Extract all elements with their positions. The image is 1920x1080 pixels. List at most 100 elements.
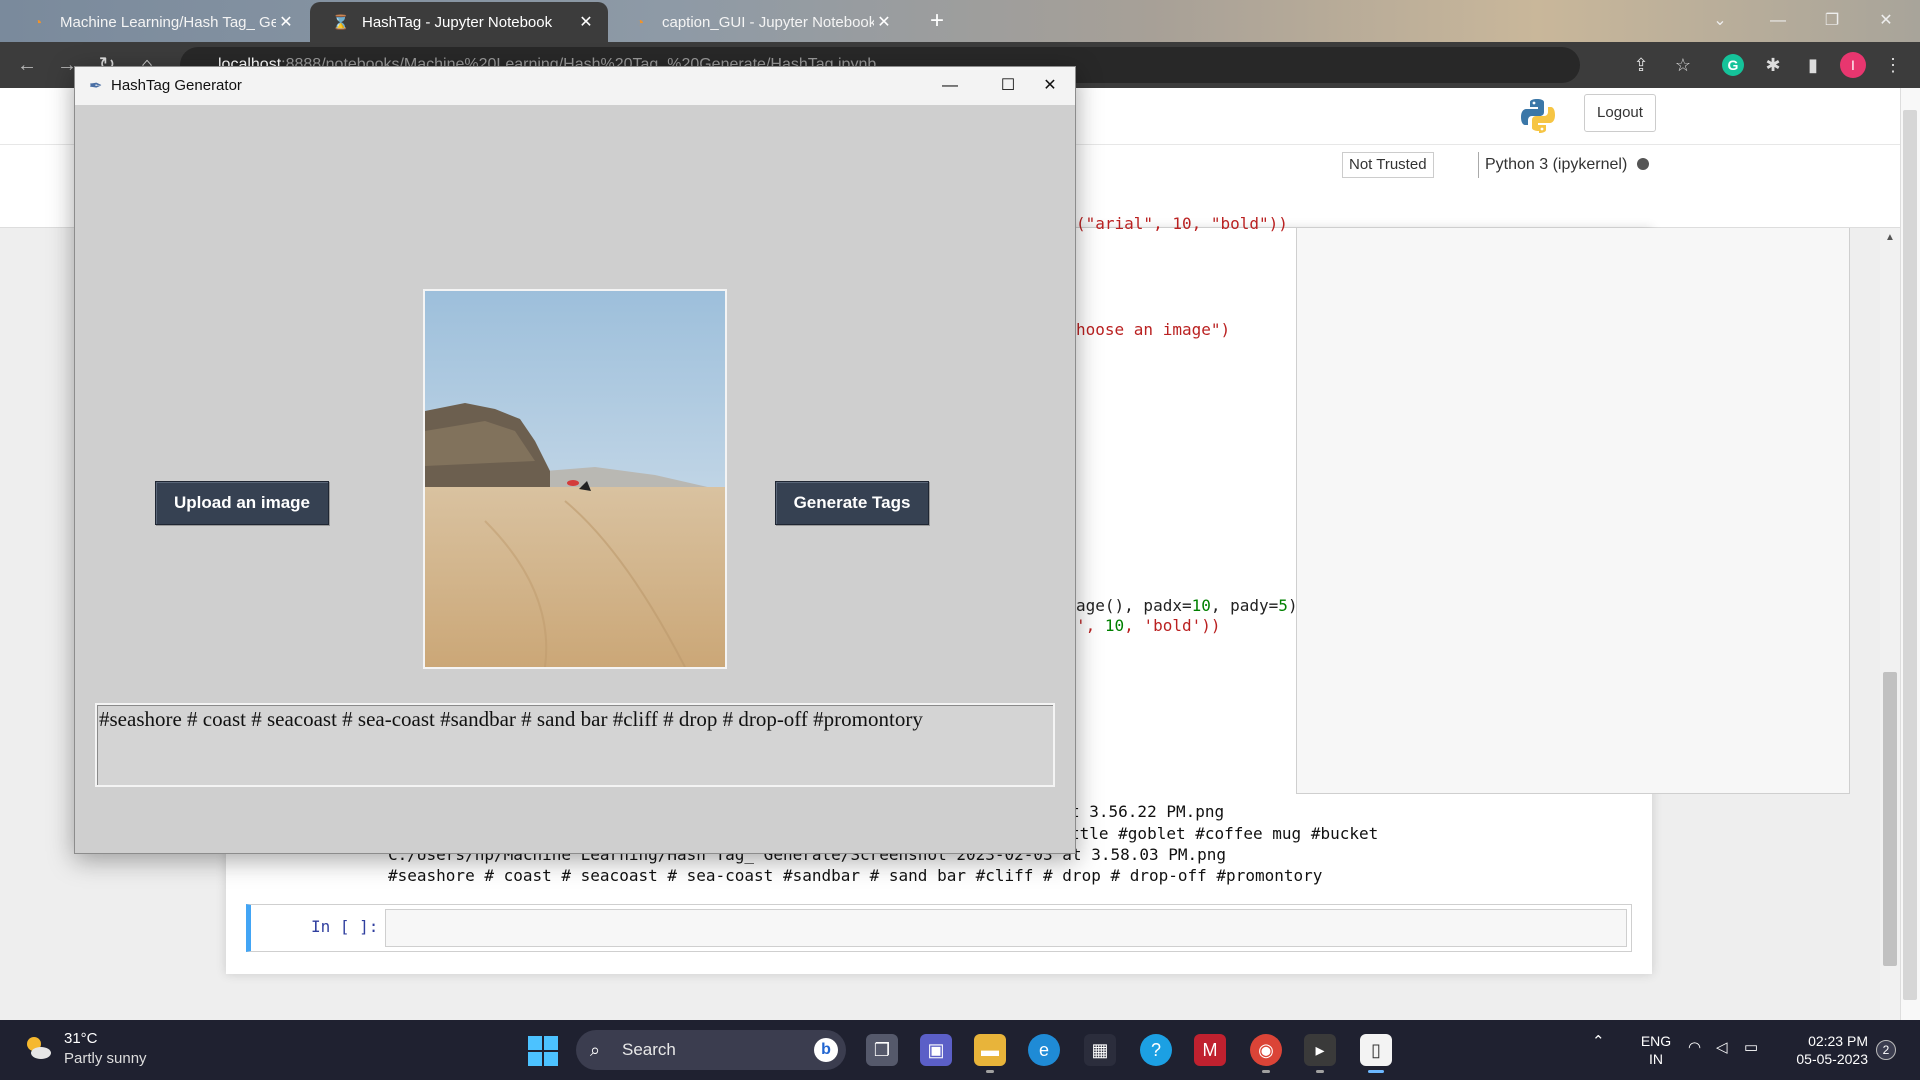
back-icon[interactable]: ←	[12, 50, 42, 80]
edge-icon[interactable]: e	[1028, 1034, 1060, 1066]
maximize-icon[interactable]: ☐	[985, 71, 1031, 101]
code-number: 5	[1278, 596, 1288, 615]
tab-search-icon[interactable]: ⌄	[1700, 6, 1740, 36]
volume-icon[interactable]: ◁	[1716, 1038, 1728, 1056]
window-title: HashTag Generator	[111, 77, 242, 94]
weather-temperature[interactable]: 31°C	[64, 1030, 98, 1047]
hashtag-generator-window: ✒ HashTag Generator — ☐ ✕ Upload an imag…	[74, 66, 1076, 854]
language-primary: ENG	[1640, 1033, 1672, 1049]
running-indicator	[986, 1070, 994, 1073]
clock-time: 02:23 PM	[1808, 1033, 1868, 1049]
kernel-indicator[interactable]: Python 3 (ipykernel)	[1478, 152, 1650, 178]
running-indicator	[1316, 1070, 1324, 1073]
close-icon[interactable]: ✕	[576, 12, 596, 32]
kernel-name: Python 3 (ipykernel)	[1485, 156, 1628, 173]
grammarly-icon[interactable]: G	[1722, 54, 1744, 76]
language-indicator[interactable]: ENG IN	[1636, 1032, 1676, 1068]
uploaded-image	[423, 289, 727, 669]
mcafee-icon[interactable]: M	[1194, 1034, 1226, 1066]
notification-badge[interactable]: 2	[1876, 1040, 1896, 1060]
system-clock[interactable]: 02:23 PM 05-05-2023	[1778, 1032, 1868, 1068]
window-titlebar[interactable]: ✒ HashTag Generator — ☐ ✕	[75, 67, 1075, 105]
language-secondary: IN	[1649, 1051, 1663, 1067]
teams-chat-icon[interactable]: ▣	[920, 1034, 952, 1066]
partly-sunny-icon	[27, 1037, 51, 1059]
beach-photo	[425, 291, 725, 667]
tab-hashtag-notebook[interactable]: ⌛ HashTag - Jupyter Notebook ✕	[310, 2, 608, 42]
close-icon[interactable]: ✕	[874, 12, 894, 32]
tags-output-text[interactable]: #seashore # coast # seacoast # sea-coast…	[95, 703, 1055, 787]
kernel-status-icon	[1637, 158, 1650, 170]
restore-icon[interactable]: ❐	[1812, 6, 1852, 36]
code-line: ', 10, 'bold'))	[1076, 616, 1221, 635]
code-line: hoose an image")	[1076, 320, 1230, 339]
tab-label: Machine Learning/Hash Tag_ Ge	[60, 13, 276, 31]
hidden-icons-chevron-icon[interactable]: ⌃	[1592, 1032, 1605, 1050]
notebook-scrollbar-thumb[interactable]	[1883, 672, 1897, 966]
task-view-icon[interactable]: ❐	[866, 1034, 898, 1066]
logout-button[interactable]: Logout	[1584, 94, 1656, 132]
windows-taskbar: 31°C Partly sunny ⌕ Search b ❐ ▣ ▬ e ▦ ?…	[0, 1020, 1920, 1080]
code-text: )	[1287, 596, 1298, 615]
code-cell-input[interactable]	[1296, 228, 1850, 794]
tab-machine-learning[interactable]: ◔ Machine Learning/Hash Tag_ Ge ✕	[8, 2, 308, 42]
windows-start-icon[interactable]	[528, 1036, 558, 1066]
clock-date: 05-05-2023	[1796, 1051, 1868, 1067]
output-line: ttle #goblet #coffee mug #bucket	[1070, 824, 1379, 843]
tab-label: caption_GUI - Jupyter Notebook	[662, 13, 874, 31]
browser-tabstrip: ◔ Machine Learning/Hash Tag_ Ge ✕ ⌛ Hash…	[0, 0, 1920, 42]
close-window-icon[interactable]: ✕	[1866, 6, 1906, 36]
star-icon[interactable]: ☆	[1668, 50, 1698, 80]
wifi-icon[interactable]: ◠	[1688, 1038, 1701, 1056]
generate-tags-button[interactable]: Generate Tags	[775, 481, 929, 525]
side-panel-icon[interactable]: ▮	[1798, 50, 1828, 80]
code-line: ("arial", 10, "bold"))	[1076, 214, 1288, 233]
code-line: age(), padx=10, pady=5)	[1076, 596, 1298, 615]
code-string: ',	[1076, 616, 1105, 635]
close-icon[interactable]: ✕	[1027, 71, 1073, 101]
minimize-icon[interactable]: —	[1758, 6, 1798, 36]
help-icon[interactable]: ?	[1140, 1034, 1172, 1066]
empty-code-cell[interactable]: In [ ]:	[246, 904, 1632, 952]
output-line: #seashore # coast # seacoast # sea-coast…	[388, 866, 1323, 885]
code-text: age(), padx=	[1076, 596, 1192, 615]
terminal-icon[interactable]: ▸	[1304, 1034, 1336, 1066]
taskbar-search[interactable]: ⌕ Search b	[576, 1030, 846, 1070]
close-icon[interactable]: ✕	[276, 12, 296, 32]
code-text: , pady=	[1210, 596, 1279, 615]
code-number: 10	[1191, 596, 1211, 615]
bing-icon[interactable]: b	[814, 1038, 838, 1062]
profile-avatar[interactable]: I	[1840, 52, 1866, 78]
active-indicator	[1368, 1070, 1384, 1073]
code-string: hoose an image")	[1076, 320, 1231, 339]
jupyter-icon: ◔	[635, 14, 645, 30]
extensions-icon[interactable]: ✱	[1758, 50, 1788, 80]
jupyter-icon: ◔	[33, 14, 43, 30]
python-logo-icon	[1521, 99, 1555, 133]
code-string: , 'bold'))	[1124, 616, 1221, 635]
new-tab-button[interactable]: +	[922, 6, 952, 36]
file-explorer-icon[interactable]: ▬	[974, 1034, 1006, 1066]
trust-status-button[interactable]: Not Trusted	[1342, 152, 1434, 178]
output-line: t 3.56.22 PM.png	[1070, 802, 1225, 821]
running-indicator	[1262, 1070, 1270, 1073]
search-placeholder: Search	[622, 1040, 676, 1059]
tab-caption-gui[interactable]: ◔ caption_GUI - Jupyter Notebook ✕	[610, 2, 906, 42]
chrome-icon[interactable]: ◉	[1250, 1034, 1282, 1066]
search-icon: ⌕	[590, 1040, 601, 1060]
menu-icon[interactable]: ⋮	[1878, 50, 1908, 80]
tab-label: HashTag - Jupyter Notebook	[362, 13, 553, 31]
upload-image-button[interactable]: Upload an image	[155, 481, 329, 525]
battery-icon[interactable]: ▭	[1744, 1038, 1758, 1056]
notepad-icon[interactable]: ▯	[1360, 1034, 1392, 1066]
share-icon[interactable]: ⇪	[1626, 50, 1656, 80]
input-prompt: In [ ]:	[311, 917, 379, 936]
microsoft-store-icon[interactable]: ▦	[1084, 1034, 1116, 1066]
minimize-icon[interactable]: —	[927, 71, 973, 101]
feather-icon: ✒	[89, 78, 103, 95]
weather-description[interactable]: Partly sunny	[64, 1050, 147, 1067]
scroll-up-icon[interactable]: ▲	[1882, 232, 1898, 243]
hourglass-icon: ⌛	[332, 14, 350, 30]
cell-input[interactable]	[385, 909, 1627, 947]
page-scrollbar-thumb[interactable]	[1903, 110, 1917, 1000]
